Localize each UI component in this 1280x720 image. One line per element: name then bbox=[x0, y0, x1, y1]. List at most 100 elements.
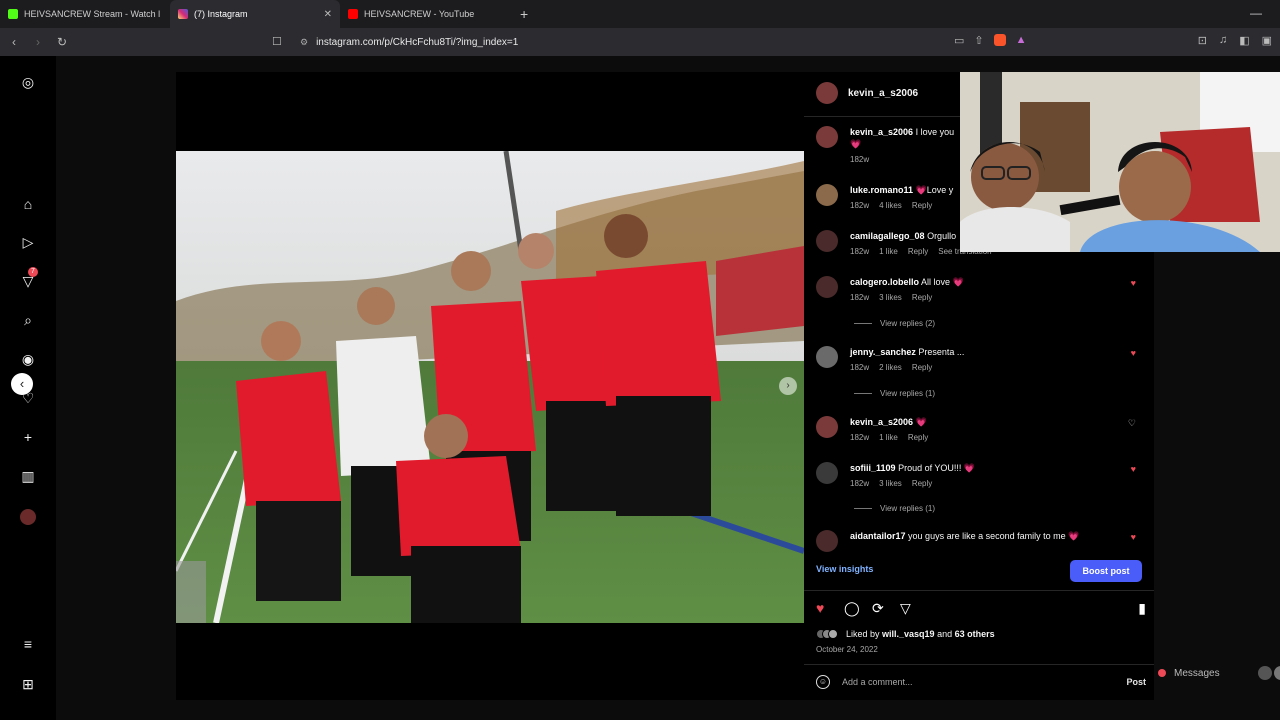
close-tab-icon[interactable]: ✕ bbox=[324, 9, 332, 20]
comment-like-heart-icon[interactable]: ♥ bbox=[1131, 464, 1136, 474]
reply-button[interactable]: Reply bbox=[912, 362, 932, 374]
avatar[interactable] bbox=[816, 126, 838, 148]
bookmark-icon[interactable]: ☐ bbox=[272, 35, 282, 48]
search-icon[interactable]: ⌕ bbox=[18, 310, 38, 330]
reels-icon[interactable]: ▷ bbox=[18, 232, 38, 252]
notifications-icon[interactable]: ▽ 7 bbox=[18, 267, 38, 291]
tab-youtube[interactable]: HEIVSANCREW - YouTube bbox=[340, 0, 510, 28]
back-icon[interactable]: ‹ bbox=[4, 35, 24, 49]
avatar[interactable] bbox=[816, 462, 838, 484]
dashboard-icon[interactable]: ▥ bbox=[18, 466, 38, 486]
tab-instagram[interactable]: (7) Instagram ✕ bbox=[170, 0, 340, 28]
view-replies-toggle[interactable]: View replies (2) bbox=[854, 319, 935, 328]
comment-item: aidantailor17 you guys are like a second… bbox=[816, 530, 1146, 552]
previous-post-button[interactable]: ‹ bbox=[11, 373, 33, 395]
webcam-scene-illustration bbox=[960, 72, 1280, 252]
comment-user[interactable]: calogero.lobello bbox=[850, 277, 919, 287]
comment-likes[interactable]: 3 likes bbox=[879, 478, 902, 490]
comment-input[interactable]: Add a comment... bbox=[842, 677, 913, 687]
team-photo-illustration bbox=[176, 151, 804, 623]
brave-shields-icon[interactable] bbox=[993, 34, 1006, 46]
avatar[interactable] bbox=[816, 276, 838, 298]
avatar[interactable] bbox=[816, 416, 838, 438]
boost-post-button[interactable]: Boost post bbox=[1070, 560, 1142, 582]
media-icon[interactable]: ♫ bbox=[1219, 34, 1227, 47]
explore-icon[interactable]: ◉ bbox=[18, 349, 38, 369]
avatar[interactable] bbox=[816, 184, 838, 206]
screenshot-icon[interactable]: ⊡ bbox=[1198, 34, 1207, 47]
reply-button[interactable]: Reply bbox=[908, 246, 928, 258]
comment-likes[interactable]: 1 like bbox=[879, 432, 898, 444]
brave-rewards-icon[interactable]: ▲ bbox=[1016, 34, 1027, 47]
minimize-icon[interactable]: — bbox=[1250, 6, 1262, 20]
post-comment-button[interactable]: Post bbox=[1126, 677, 1146, 687]
comment-likes[interactable]: 3 likes bbox=[879, 292, 902, 304]
reply-button[interactable]: Reply bbox=[912, 200, 932, 212]
save-bookmark-icon[interactable]: ▮ bbox=[1138, 600, 1146, 617]
comment-time: 182w bbox=[850, 293, 870, 302]
sidebar-icon[interactable]: ◧ bbox=[1239, 34, 1249, 47]
liked-by-others[interactable]: 63 others bbox=[955, 629, 995, 639]
reply-button[interactable]: Reply bbox=[912, 292, 932, 304]
reload-icon[interactable]: ↻ bbox=[52, 35, 72, 49]
comment-time: 182w bbox=[850, 247, 870, 256]
comment-user[interactable]: aidantailor17 bbox=[850, 531, 906, 541]
comment-user[interactable]: sofiii_1109 bbox=[850, 463, 896, 473]
profile-avatar-icon[interactable] bbox=[18, 506, 38, 526]
create-icon[interactable]: + bbox=[18, 427, 38, 447]
reply-button[interactable]: Reply bbox=[912, 478, 932, 490]
home-icon[interactable]: ⌂ bbox=[18, 194, 38, 214]
post-photo[interactable] bbox=[176, 151, 804, 623]
comment-user[interactable]: kevin_a_s2006 bbox=[850, 417, 913, 427]
share-icon[interactable]: ⇧ bbox=[974, 34, 983, 47]
post-header: kevin_a_s2006 bbox=[816, 82, 918, 104]
liked-by-user[interactable]: will._vasq19 bbox=[882, 629, 935, 639]
comment-like-heart-icon[interactable]: ♡ bbox=[1128, 418, 1136, 429]
comment-likes[interactable]: 2 likes bbox=[879, 362, 902, 374]
comment-text: All love 💗 bbox=[921, 277, 964, 287]
cast-icon[interactable]: ▭ bbox=[954, 34, 964, 47]
comment-like-heart-icon[interactable]: ♥ bbox=[1131, 532, 1136, 542]
comment-likes[interactable]: 4 likes bbox=[879, 200, 902, 212]
site-info-icon[interactable]: ⚙ bbox=[300, 37, 308, 48]
avatar[interactable] bbox=[816, 346, 838, 368]
avatar[interactable] bbox=[816, 230, 838, 252]
also-from-meta-icon[interactable]: ⊞ bbox=[18, 674, 38, 694]
share-icon[interactable]: ▽ bbox=[900, 600, 911, 617]
comment-user[interactable]: camilagallego_08 bbox=[850, 231, 925, 241]
comment-user[interactable]: kevin_a_s2006 bbox=[850, 127, 913, 137]
wallet-icon[interactable]: ▣ bbox=[1262, 34, 1272, 47]
comment-icon[interactable]: ◯ bbox=[844, 600, 860, 617]
more-menu-icon[interactable]: ≡ bbox=[18, 634, 38, 654]
view-replies-toggle[interactable]: View replies (1) bbox=[854, 504, 935, 513]
avatar[interactable] bbox=[816, 530, 838, 552]
notification-badge: 7 bbox=[28, 267, 38, 277]
reply-button[interactable]: Reply bbox=[908, 432, 928, 444]
comment-user[interactable]: jenny._sanchez bbox=[850, 347, 916, 357]
tab-kick[interactable]: HEIVSANCREW Stream - Watch l bbox=[0, 0, 170, 28]
comment-like-heart-icon[interactable]: ♥ bbox=[1131, 278, 1136, 288]
comment-likes[interactable]: 1 like bbox=[879, 246, 898, 258]
comment-time: 182w bbox=[850, 155, 870, 164]
view-replies-toggle[interactable]: View replies (1) bbox=[854, 389, 935, 398]
comment-time: 182w bbox=[850, 201, 870, 210]
comment-user[interactable]: luke.romano11 bbox=[850, 185, 913, 195]
instagram-logo-icon[interactable]: ◎ bbox=[18, 72, 38, 92]
post-author[interactable]: kevin_a_s2006 bbox=[848, 88, 918, 99]
comment-item: sofiii_1109 Proud of YOU!!! 💗 182w 3 lik… bbox=[816, 462, 1146, 490]
emoji-icon[interactable]: ☺ bbox=[816, 675, 830, 689]
view-insights-link[interactable]: View insights bbox=[816, 564, 873, 574]
liked-by-row[interactable]: Liked by will._vasq19 and 63 others bbox=[816, 629, 995, 639]
comment-item: calogero.lobello All love 💗 182w 3 likes… bbox=[816, 276, 1146, 304]
repost-icon[interactable]: ⟳ bbox=[872, 600, 884, 617]
comment-like-heart-icon[interactable]: ♥ bbox=[1131, 348, 1136, 358]
comment-emoji: 💗 bbox=[850, 139, 862, 149]
messages-dock[interactable]: Messages bbox=[1158, 666, 1280, 680]
new-tab-button[interactable]: + bbox=[510, 6, 538, 22]
view-replies-label: View replies (1) bbox=[880, 504, 935, 513]
forward-icon[interactable]: › bbox=[28, 35, 48, 49]
next-image-button[interactable]: › bbox=[779, 377, 797, 395]
avatar[interactable] bbox=[816, 82, 838, 104]
like-heart-icon[interactable]: ♥ bbox=[816, 600, 824, 616]
liker-avatars bbox=[816, 629, 838, 639]
